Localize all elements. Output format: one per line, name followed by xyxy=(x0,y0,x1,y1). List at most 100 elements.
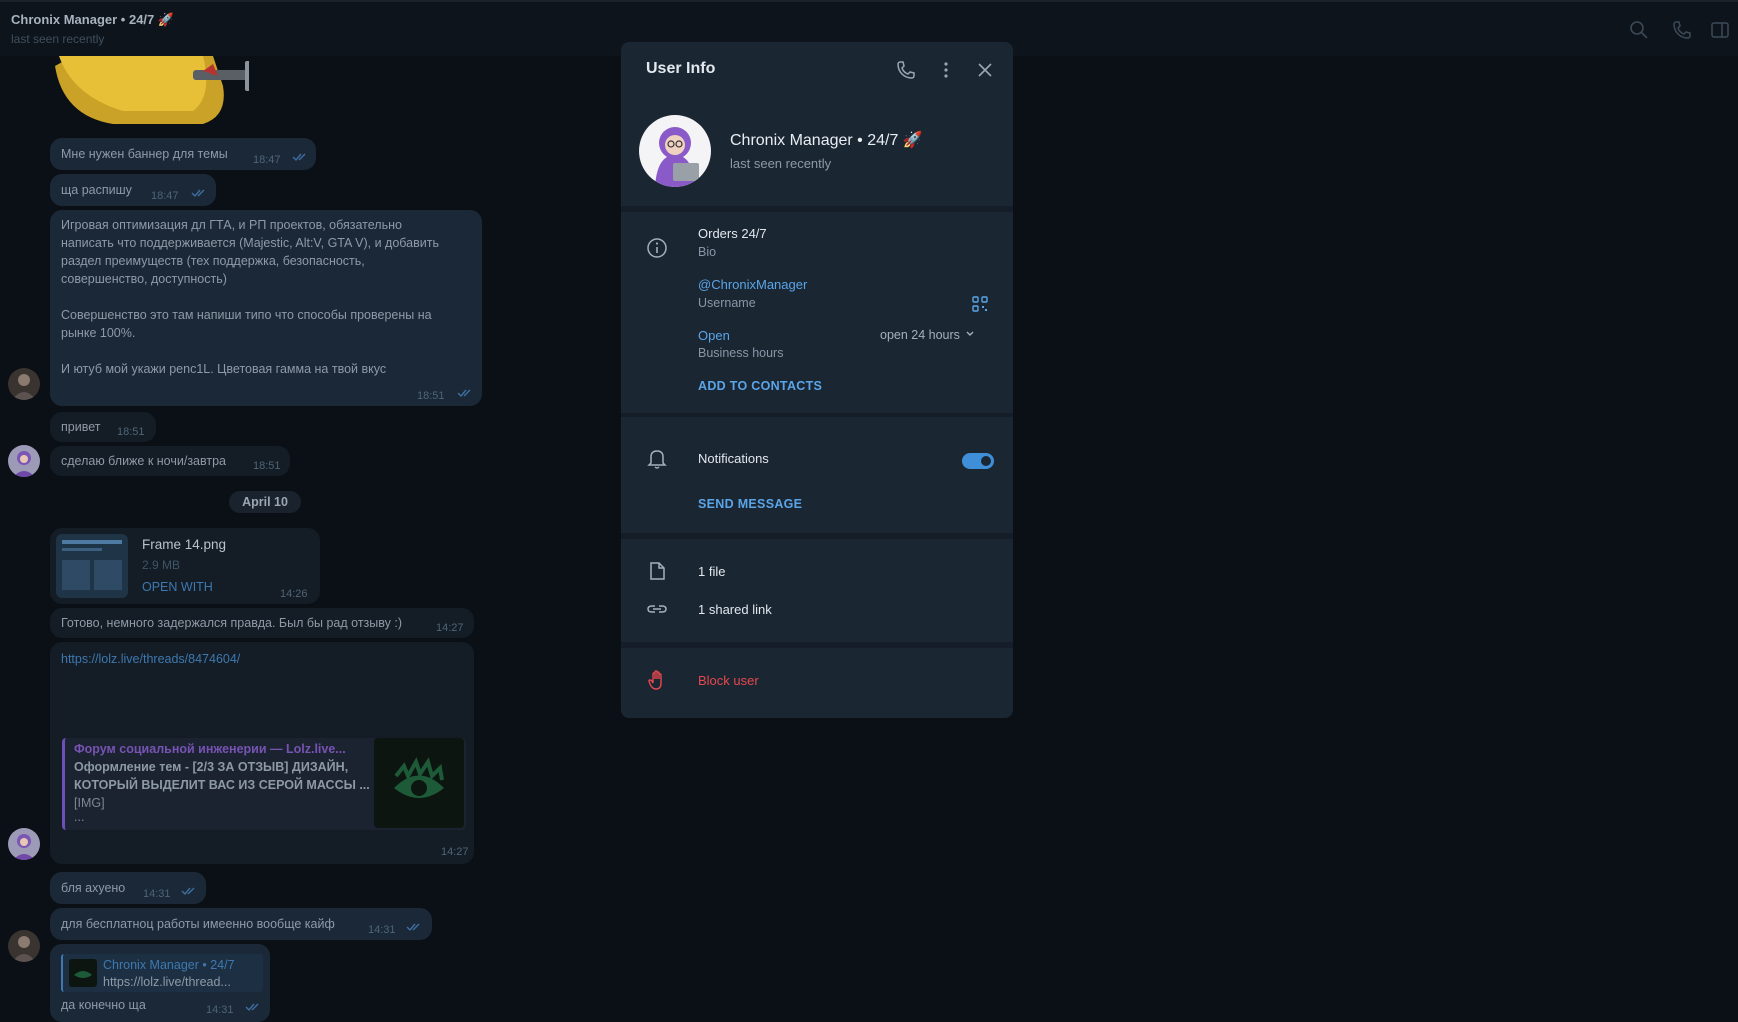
chat-title[interactable]: Chronix Manager • 24/7 🚀 xyxy=(11,12,174,28)
shared-links[interactable]: 1 shared link xyxy=(698,602,772,617)
business-hours-status: Open xyxy=(698,328,730,343)
preview-title: Оформление тем - [2/3 ЗА ОТЗЫВ] ДИЗАЙН, xyxy=(74,760,349,774)
profile-name: Chronix Manager • 24/7 🚀 xyxy=(730,132,923,149)
profile-avatar[interactable] xyxy=(639,115,711,187)
file-icon xyxy=(646,560,668,582)
reply-quote[interactable]: Chronix Manager • 24/7 https://lolz.live… xyxy=(61,954,263,992)
reply-text: https://lolz.live/thread... xyxy=(103,975,231,989)
file-size: 2.9 MB xyxy=(142,558,181,572)
message-text: Готово, немного задержался правда. Был б… xyxy=(61,616,402,630)
message-time: 18:47 xyxy=(151,190,179,202)
eye-logo-icon xyxy=(394,757,444,798)
block-user-button[interactable]: Block user xyxy=(698,673,759,688)
open-with-button[interactable]: OPEN WITH xyxy=(142,578,213,596)
bio-value: Orders 24/7 xyxy=(698,226,767,241)
message-line: Совершенство это там напиши типо что спо… xyxy=(61,308,432,322)
qr-code-icon[interactable] xyxy=(971,295,989,313)
search-icon[interactable] xyxy=(1629,20,1649,40)
chevron-down-icon xyxy=(966,331,974,336)
message-text-block: Игровая оптимизация дл ГТА, и РП проекто… xyxy=(61,216,471,378)
message-bubble[interactable]: сделаю ближе к ночи/завтра 18:51 xyxy=(50,446,290,476)
message-text: да конечно ща xyxy=(61,998,146,1012)
message-text: для бесплатноц работы имеенно вообще кай… xyxy=(61,917,335,931)
divider xyxy=(621,206,1013,212)
bio-label: Bio xyxy=(698,245,717,259)
preview-more: ... xyxy=(74,810,85,824)
phone-icon[interactable] xyxy=(896,60,916,80)
link-icon xyxy=(646,598,668,620)
preview-body: [IMG] xyxy=(74,796,105,810)
user-info-panel: User Info Chronix Manager • 24/7 🚀 last … xyxy=(621,42,1013,718)
message-bubble[interactable]: Готово, немного задержался правда. Был б… xyxy=(50,608,474,638)
add-to-contacts-button[interactable]: ADD TO CONTACTS xyxy=(698,379,822,393)
avatar[interactable] xyxy=(8,368,40,400)
file-message[interactable]: Frame 14.png 2.9 MB OPEN WITH 14:26 xyxy=(50,528,320,604)
reply-author: Chronix Manager • 24/7 xyxy=(103,958,235,972)
message-bubble[interactable]: бля ахуено 14:31 xyxy=(50,872,206,904)
phone-icon[interactable] xyxy=(1672,20,1692,40)
message-time: 18:51 xyxy=(117,426,145,438)
more-vertical-icon[interactable] xyxy=(936,60,956,80)
business-hours-dropdown[interactable]: open 24 hours xyxy=(880,328,975,342)
message-line: написать что поддерживается (Majestic, A… xyxy=(61,236,439,250)
message-text: ща распишу xyxy=(61,183,132,197)
message-text: Мне нужен баннер для темы xyxy=(61,147,228,161)
sidebar-toggle-icon[interactable] xyxy=(1710,20,1730,40)
username-value[interactable]: @ChronixManager xyxy=(698,277,807,292)
message-line: раздел преимуществ (тех поддержка, безоп… xyxy=(61,254,365,268)
send-message-button[interactable]: SEND MESSAGE xyxy=(698,497,802,511)
reply-message[interactable]: Chronix Manager • 24/7 https://lolz.live… xyxy=(50,944,270,1022)
business-hours-detail: open 24 hours xyxy=(880,328,960,342)
read-ticks-icon xyxy=(406,923,420,932)
username-label: Username xyxy=(698,296,756,310)
avatar[interactable] xyxy=(8,445,40,477)
avatar[interactable] xyxy=(8,828,40,860)
message-line: совершенство, доступность) xyxy=(61,272,227,286)
divider xyxy=(621,413,1013,417)
chat-area[interactable]: Мне нужен баннер для темы 18:47 ща распи… xyxy=(0,56,620,1022)
message-line: И ютуб мой укажи penc1L. Цветовая гамма … xyxy=(61,362,387,376)
file-thumbnail[interactable] xyxy=(56,534,128,598)
message-link[interactable]: https://lolz.live/threads/8474604/ xyxy=(61,650,240,668)
message-time: 18:51 xyxy=(417,390,445,402)
file-name: Frame 14.png xyxy=(142,537,227,552)
message-bubble[interactable]: для бесплатноц работы имеенно вообще кай… xyxy=(50,908,432,940)
notifications-label: Notifications xyxy=(698,451,769,466)
read-ticks-icon xyxy=(191,189,205,198)
profile-status: last seen recently xyxy=(730,156,832,171)
read-ticks-icon xyxy=(457,389,471,398)
divider xyxy=(621,642,1013,648)
message-bubble[interactable]: привет 18:51 xyxy=(50,412,156,442)
block-hand-icon xyxy=(646,669,668,691)
avatar[interactable] xyxy=(8,930,40,962)
read-ticks-icon xyxy=(181,887,195,896)
close-icon[interactable] xyxy=(975,60,995,80)
message-time: 18:47 xyxy=(253,154,281,166)
reply-thumbnail xyxy=(69,959,97,987)
message-time: 14:27 xyxy=(441,846,469,858)
notifications-toggle[interactable] xyxy=(962,453,994,469)
message-bubble[interactable]: Игровая оптимизация дл ГТА, и РП проекто… xyxy=(50,210,482,406)
read-ticks-icon xyxy=(292,153,306,162)
bell-icon xyxy=(646,447,668,469)
message-bubble[interactable]: ща распишу 18:47 xyxy=(50,174,216,206)
message-time: 14:31 xyxy=(143,888,171,900)
read-ticks-icon xyxy=(245,1003,259,1012)
message-time: 18:51 xyxy=(253,460,281,472)
message-time: 14:27 xyxy=(436,622,464,634)
link-preview[interactable]: Форум социальной инженерии — Lolz.live..… xyxy=(62,738,466,830)
duck-sticker[interactable] xyxy=(53,56,249,128)
message-line: Игровая оптимизация дл ГТА, и РП проекто… xyxy=(61,218,402,232)
message-time: 14:31 xyxy=(206,1004,234,1016)
preview-thumbnail xyxy=(374,738,464,828)
shared-files[interactable]: 1 file xyxy=(698,564,725,579)
message-bubble[interactable]: Мне нужен баннер для темы 18:47 xyxy=(50,138,316,170)
divider xyxy=(621,533,1013,539)
date-divider: April 10 xyxy=(229,491,301,513)
preview-site-name: Форум социальной инженерии — Lolz.live..… xyxy=(74,742,346,756)
message-line: рынке 100%. xyxy=(61,326,136,340)
message-time: 14:26 xyxy=(280,588,308,600)
message-text: сделаю ближе к ночи/завтра xyxy=(61,454,227,468)
chat-status: last seen recently xyxy=(11,32,105,46)
message-text: бля ахуено xyxy=(61,881,126,895)
